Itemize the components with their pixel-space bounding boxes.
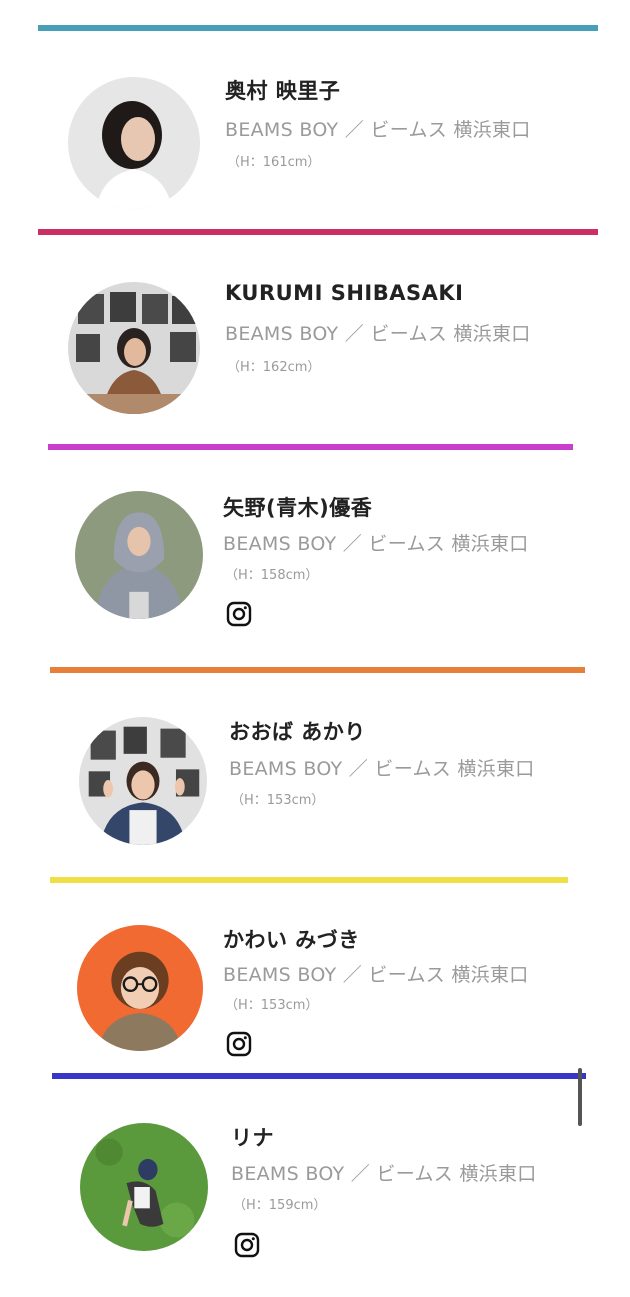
card-accent-bar <box>50 877 568 883</box>
staff-height: （H：158cm） <box>225 568 319 583</box>
staff-name[interactable]: おおば あかり <box>229 716 366 746</box>
card-accent-bar <box>52 1073 586 1079</box>
staff-height: （H：153cm） <box>225 998 319 1013</box>
avatar-photo <box>68 77 200 209</box>
card-accent-bar <box>48 444 573 450</box>
staff-avatar[interactable] <box>68 282 200 414</box>
staff-shop[interactable]: BEAMS BOY ／ ビームス 横浜東口 <box>223 960 529 987</box>
staff-avatar[interactable] <box>79 717 207 845</box>
avatar-photo <box>79 717 207 845</box>
staff-avatar[interactable] <box>80 1123 208 1251</box>
staff-name[interactable]: 奥村 映里子 <box>225 75 340 105</box>
card-accent-bar <box>38 25 598 31</box>
staff-card[interactable]: KURUMI SHIBASAKI BEAMS BOY ／ ビームス 横浜東口 （… <box>0 205 630 425</box>
avatar-photo <box>80 1123 208 1251</box>
instagram-icon[interactable] <box>226 601 252 627</box>
staff-name[interactable]: KURUMI SHIBASAKI <box>225 281 463 305</box>
staff-avatar[interactable] <box>77 925 203 1051</box>
card-accent-bar <box>38 229 598 235</box>
staff-height: （H：159cm） <box>233 1198 327 1213</box>
staff-card[interactable]: かわい みづき BEAMS BOY ／ ビームス 横浜東口 （H：153cm） <box>0 855 630 1075</box>
staff-shop[interactable]: BEAMS BOY ／ ビームス 横浜東口 <box>231 1159 537 1186</box>
instagram-icon[interactable] <box>234 1232 260 1258</box>
scrollbar[interactable] <box>578 1068 582 1126</box>
avatar-photo <box>77 925 203 1051</box>
staff-shop[interactable]: BEAMS BOY ／ ビームス 横浜東口 <box>229 754 535 781</box>
staff-name[interactable]: かわい みづき <box>223 924 360 954</box>
avatar-photo <box>75 491 203 619</box>
staff-card[interactable]: おおば あかり BEAMS BOY ／ ビームス 横浜東口 （H：153cm） <box>0 645 630 865</box>
staff-height: （H：161cm） <box>227 155 321 170</box>
card-accent-bar <box>50 667 585 673</box>
avatar-photo <box>68 282 200 414</box>
staff-shop[interactable]: BEAMS BOY ／ ビームス 横浜東口 <box>225 319 531 346</box>
staff-name[interactable]: リナ <box>231 1122 274 1152</box>
staff-shop[interactable]: BEAMS BOY ／ ビームス 横浜東口 <box>223 529 529 556</box>
staff-shop[interactable]: BEAMS BOY ／ ビームス 横浜東口 <box>225 115 531 142</box>
staff-name[interactable]: 矢野(青木)優香 <box>223 492 372 522</box>
staff-avatar[interactable] <box>75 491 203 619</box>
staff-avatar[interactable] <box>68 77 200 209</box>
staff-height: （H：153cm） <box>231 793 325 808</box>
staff-card[interactable]: 奥村 映里子 BEAMS BOY ／ ビームス 横浜東口 （H：161cm） <box>0 0 630 220</box>
staff-height: （H：162cm） <box>227 360 321 375</box>
staff-card[interactable]: 矢野(青木)優香 BEAMS BOY ／ ビームス 横浜東口 （H：158cm） <box>0 420 630 640</box>
staff-card[interactable]: リナ BEAMS BOY ／ ビームス 横浜東口 （H：159cm） <box>0 1050 630 1270</box>
